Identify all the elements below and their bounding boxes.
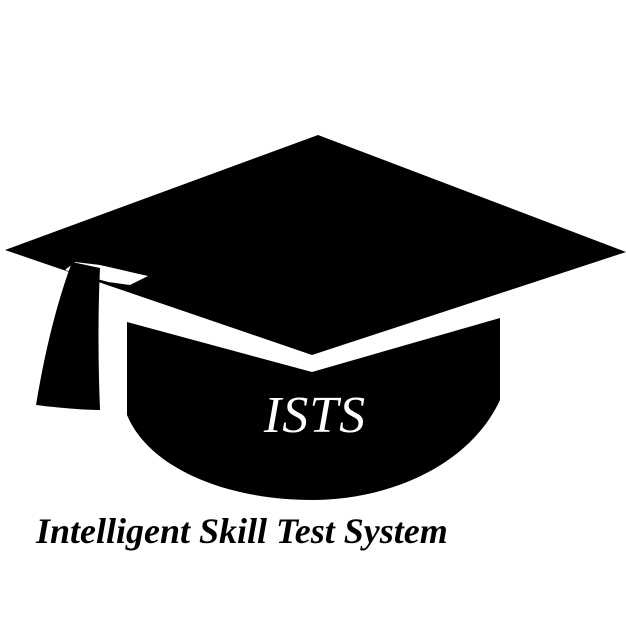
logo-acronym: ISTS (263, 387, 367, 444)
logo-canvas: ISTS Intelligent Skill Test System (0, 0, 626, 626)
logo-name: Intelligent Skill Test System (36, 511, 448, 551)
tassel (36, 262, 100, 410)
